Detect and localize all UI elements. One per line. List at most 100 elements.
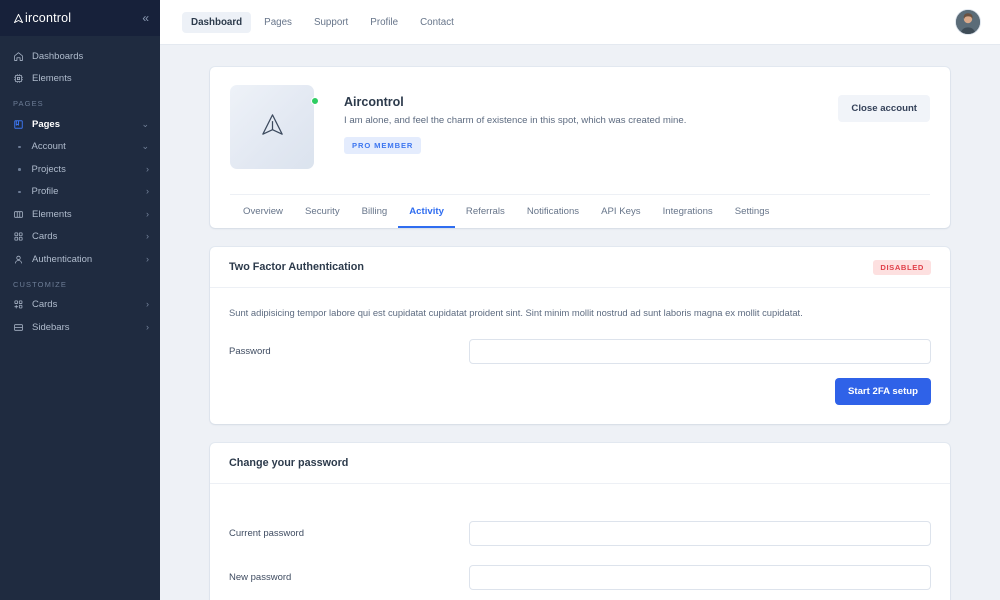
sidebar-item-sidebars[interactable]: Sidebars › [0, 316, 160, 339]
sidebar-item-dashboards[interactable]: Dashboards [0, 45, 160, 68]
chevron-down-icon[interactable]: ⌄ [141, 142, 149, 151]
new-password-label: New password [229, 565, 469, 583]
password-input[interactable] [469, 339, 931, 364]
profile-card: Aircontrol I am alone, and feel the char… [210, 67, 950, 228]
sidebar-item-customize-cards[interactable]: Cards › [0, 294, 160, 317]
sidebar-item-pages[interactable]: Pages ⌄ [0, 113, 160, 136]
two-factor-card: Two Factor Authentication DISABLED Sunt … [210, 247, 950, 424]
tab-api-keys[interactable]: API Keys [590, 195, 651, 228]
tab-overview[interactable]: Overview [232, 195, 294, 228]
home-icon [13, 51, 26, 62]
sidebar-item-label: Elements [32, 209, 146, 220]
bullet-dot-icon [18, 191, 21, 194]
sidebar-item-projects[interactable]: Projects › [0, 158, 160, 181]
sidebar-icon [13, 322, 26, 333]
change-password-header: Change your password [210, 443, 950, 484]
brand-logo[interactable]: ircontrol [13, 11, 71, 25]
two-factor-title: Two Factor Authentication [229, 261, 364, 273]
new-password-control [469, 565, 931, 590]
chevron-right-icon[interactable]: › [146, 323, 149, 332]
tab-activity[interactable]: Activity [398, 195, 455, 228]
topnav-item-pages[interactable]: Pages [255, 12, 301, 33]
sidebar-item-label: Elements [32, 73, 149, 84]
top-navigation: Dashboard Pages Support Profile Contact [182, 12, 463, 33]
account-tabs: Overview Security Billing Activity Refer… [230, 194, 930, 228]
bullet-dot-icon [18, 146, 21, 149]
triangle-logo-icon [259, 111, 286, 143]
topnav-item-contact[interactable]: Contact [411, 12, 463, 33]
sidebar-item-account[interactable]: Account ⌄ [0, 136, 160, 159]
sidebar-item-elements-top[interactable]: Elements [0, 68, 160, 91]
profile-logo [230, 85, 314, 169]
two-factor-password-row: Password [229, 339, 931, 364]
status-online-indicator [311, 97, 319, 105]
sidebar-item-elements[interactable]: Elements › [0, 203, 160, 226]
sidebar-item-label: Authentication [32, 254, 146, 265]
topnav-item-support[interactable]: Support [305, 12, 357, 33]
chevron-right-icon[interactable]: › [146, 165, 149, 174]
two-factor-header: Two Factor Authentication DISABLED [210, 247, 950, 288]
sidebar-item-label: Cards [32, 299, 146, 310]
topnav-item-profile[interactable]: Profile [361, 12, 407, 33]
sidebar-group-label-customize: CUSTOMIZE [0, 271, 160, 294]
tab-integrations[interactable]: Integrations [652, 195, 724, 228]
sidebar-item-cards[interactable]: Cards › [0, 226, 160, 249]
profile-description: I am alone, and feel the charm of existe… [344, 115, 686, 126]
new-password-input[interactable] [469, 565, 931, 590]
brand-name: ircontrol [25, 11, 71, 25]
topbar: Dashboard Pages Support Profile Contact [160, 0, 1000, 45]
password-label: Password [229, 339, 469, 357]
tab-security[interactable]: Security [294, 195, 351, 228]
pro-member-badge: PRO MEMBER [344, 137, 421, 154]
tab-referrals[interactable]: Referrals [455, 195, 516, 228]
profile-row: Aircontrol I am alone, and feel the char… [230, 85, 930, 169]
close-account-button[interactable]: Close account [838, 95, 930, 122]
sidebar-item-label: Pages [32, 119, 141, 130]
profile-card-top: Aircontrol I am alone, and feel the char… [210, 67, 950, 228]
current-password-label: Current password [229, 521, 469, 539]
tab-notifications[interactable]: Notifications [516, 195, 590, 228]
triangle-logo-icon [13, 13, 24, 24]
main-area: Dashboard Pages Support Profile Contact [160, 0, 1000, 600]
grid-icon [13, 231, 26, 242]
profile-name: Aircontrol [344, 95, 686, 109]
topnav-item-dashboard[interactable]: Dashboard [182, 12, 251, 33]
chip-icon [13, 73, 26, 84]
chevron-double-left-icon[interactable]: « [142, 12, 149, 24]
two-factor-actions: Start 2FA setup [229, 378, 931, 405]
change-password-title: Change your password [229, 457, 348, 469]
change-password-body: Current password New password Confirm ne… [210, 484, 950, 600]
current-password-control [469, 521, 931, 546]
sidebar: ircontrol « Dashboards Elements PAGES [0, 0, 160, 600]
chevron-down-icon[interactable]: ⌄ [141, 120, 149, 129]
sidebar-item-profile[interactable]: Profile › [0, 181, 160, 204]
two-factor-body: Sunt adipisicing tempor labore qui est c… [210, 288, 950, 424]
profile-info: Aircontrol I am alone, and feel the char… [344, 85, 686, 154]
sidebar-item-authentication[interactable]: Authentication › [0, 248, 160, 271]
current-password-row: Current password [229, 521, 931, 546]
book-icon [13, 119, 26, 130]
change-password-card: Change your password Current password Ne… [210, 443, 950, 600]
sidebar-nav: Dashboards Elements PAGES Pages ⌄ Accoun… [0, 36, 160, 339]
sidebar-item-label: Sidebars [32, 322, 146, 333]
bullet-dot-icon [18, 168, 21, 171]
chevron-right-icon[interactable]: › [146, 255, 149, 264]
password-control [469, 339, 931, 364]
grid-plus-icon [13, 299, 26, 310]
chevron-right-icon[interactable]: › [146, 187, 149, 196]
chevron-right-icon[interactable]: › [146, 232, 149, 241]
chevron-right-icon[interactable]: › [146, 210, 149, 219]
current-password-input[interactable] [469, 521, 931, 546]
app-root: ircontrol « Dashboards Elements PAGES [0, 0, 1000, 600]
sidebar-group-label-pages: PAGES [0, 90, 160, 113]
chevron-right-icon[interactable]: › [146, 300, 149, 309]
profile-actions: Close account [838, 85, 930, 122]
tab-billing[interactable]: Billing [351, 195, 399, 228]
tab-settings[interactable]: Settings [724, 195, 781, 228]
sidebar-item-label: Cards [32, 231, 146, 242]
user-icon [13, 254, 26, 265]
columns-icon [13, 209, 26, 220]
content-scroll-area: Aircontrol I am alone, and feel the char… [160, 45, 1000, 600]
avatar[interactable] [956, 10, 980, 34]
start-2fa-setup-button[interactable]: Start 2FA setup [835, 378, 931, 405]
